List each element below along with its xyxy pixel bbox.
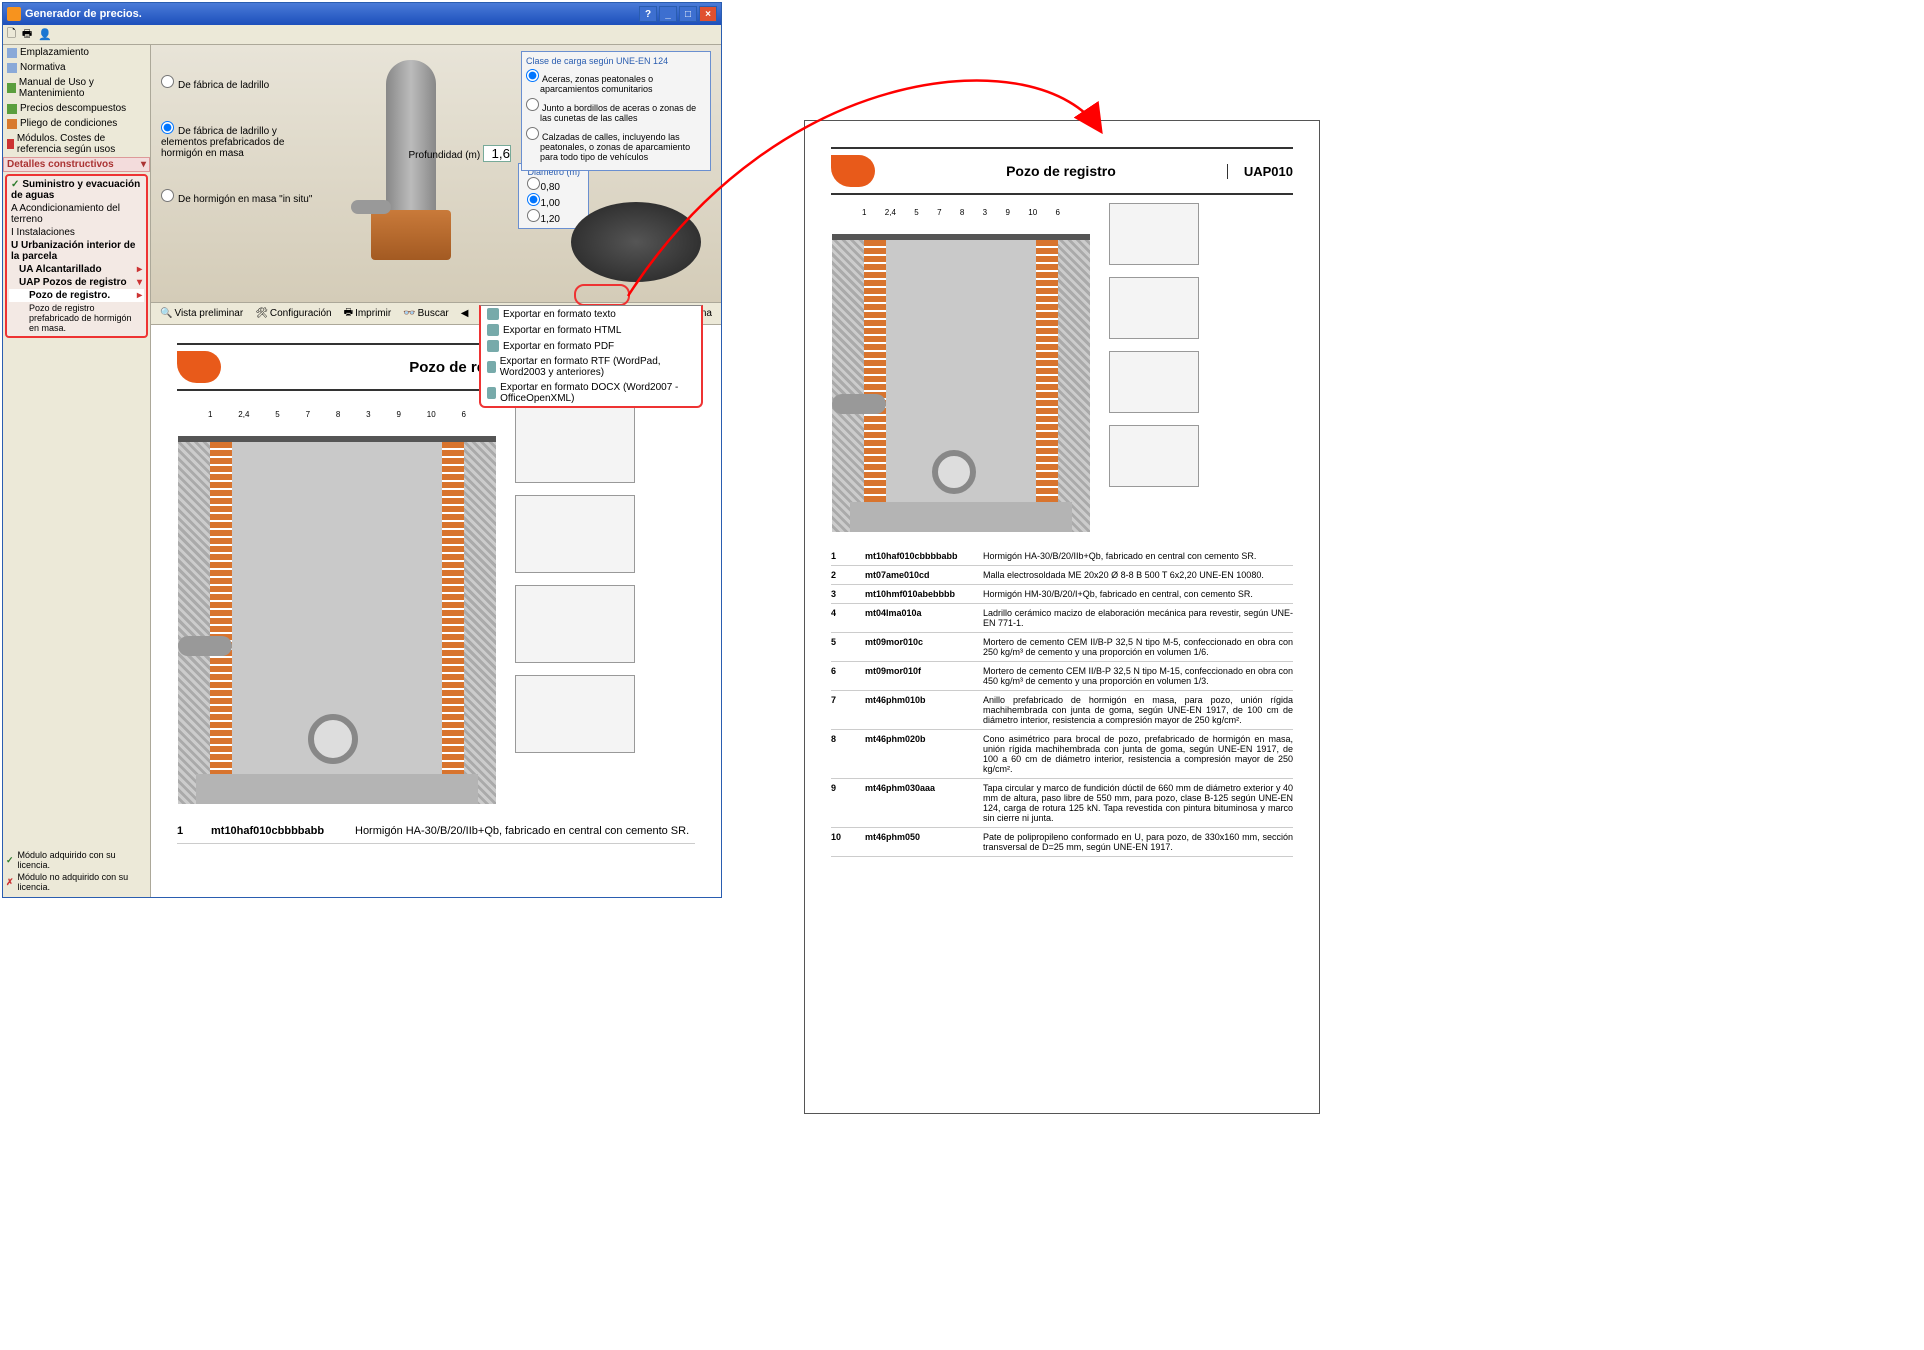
table-row: 9mt46phm030aaaTapa circular y marco de f… [831, 779, 1293, 828]
sidebar: Emplazamiento Normativa Manual de Uso y … [3, 45, 151, 897]
export-html[interactable]: Exportar en formato HTML [481, 322, 701, 338]
detail-2 [515, 495, 635, 573]
opt-mixto[interactable]: De fábrica de ladrillo y elementos prefa… [161, 121, 321, 159]
table-row: 3mt10hmf010abebbbbHormigón HM-30/B/20/I+… [831, 585, 1293, 604]
tree-root[interactable]: ✓Suministro y evacuación de aguas [9, 178, 144, 202]
table-row: 6mt09mor010fMortero de cemento CEM II/B-… [831, 662, 1293, 691]
opt-insitu[interactable]: De hormigón en masa "in situ" [161, 189, 321, 205]
close-button[interactable]: × [699, 6, 717, 22]
detail-4 [515, 675, 635, 753]
detail-4 [1109, 425, 1199, 487]
tree-sub-item[interactable]: Pozo de registro prefabricado de hormigó… [9, 302, 144, 334]
diam-080[interactable]: 0,80 [527, 177, 580, 193]
table-row: 2mt07ame010cdMalla electrosoldada ME 20x… [831, 566, 1293, 585]
diam-100[interactable]: 1,00 [527, 193, 580, 209]
table-row: 10mt46phm050Pate de polipropileno confor… [831, 828, 1293, 857]
well-3d-image [351, 55, 471, 275]
load-opt-2[interactable]: Junto a bordillos de aceras o zonas de l… [526, 98, 706, 123]
drawing-area-export: 12,457839106 [831, 203, 1293, 533]
logo-icon [831, 155, 875, 187]
section-drawing-export: 12,457839106 [831, 203, 1091, 533]
sidebar-item-manual[interactable]: Manual de Uso y Mantenimiento [3, 75, 150, 101]
logo-icon [177, 351, 221, 383]
help-button[interactable]: ? [639, 6, 657, 22]
app-icon [7, 7, 21, 21]
export-txt[interactable]: Exportar en formato texto [481, 306, 701, 322]
print-button[interactable]: 🖶 Imprimir [339, 303, 397, 324]
search-button[interactable]: 👓 Buscar [398, 306, 454, 321]
tree-selected[interactable]: Pozo de registro.▸ [9, 289, 144, 302]
material-options: De fábrica de ladrillo De fábrica de lad… [161, 75, 321, 235]
export-rtf[interactable]: Exportar en formato RTF (WordPad, Word20… [481, 354, 701, 380]
doc-header-export: Pozo de registro UAP010 [831, 147, 1293, 195]
preview-button[interactable]: 🔍 Vista preliminar [155, 306, 248, 321]
diam-120[interactable]: 1,20 [527, 209, 580, 225]
table-row: 8mt46phm020bCono asimétrico para brocal … [831, 730, 1293, 779]
detail-2 [1109, 277, 1199, 339]
tree-i[interactable]: I Instalaciones [9, 226, 144, 239]
sidebar-section-detalles[interactable]: Detalles constructivos ▾ [3, 157, 150, 172]
section-drawing: 12,457839106 [177, 405, 497, 805]
doc-code: UAP010 [1227, 164, 1293, 179]
maximize-button[interactable]: □ [679, 6, 697, 22]
table-row: 1mt10haf010cbbbbabbHormigón HA-30/B/20/I… [831, 547, 1293, 566]
main-area: De fábrica de ladrillo De fábrica de lad… [151, 45, 721, 897]
load-opt-3[interactable]: Calzadas de calles, incluyendo las peato… [526, 127, 706, 162]
manhole-cover-image [571, 202, 701, 282]
table-row: 1 mt10haf010cbbbbabb Hormigón HA-30/B/20… [177, 819, 695, 844]
materials-list-export: 1mt10haf010cbbbbabbHormigón HA-30/B/20/I… [831, 547, 1293, 857]
sidebar-item-normativa[interactable]: Normativa [3, 60, 150, 75]
titlebar: Generador de precios. ? _ □ × [3, 3, 721, 25]
sidebar-item-pliego[interactable]: Pliego de condiciones [3, 116, 150, 131]
tree-uap[interactable]: UAP Pozos de registro▾ [9, 276, 144, 289]
depth-input[interactable] [483, 145, 511, 162]
export-docx[interactable]: Exportar en formato DOCX (Word2007 - Off… [481, 380, 701, 406]
tree-a[interactable]: A Acondicionamiento del terreno [9, 202, 144, 226]
mini-toolbar: 🗋 🖶 👤 [3, 25, 721, 45]
exported-document: Pozo de registro UAP010 12,457839106 1mt… [804, 120, 1320, 1114]
config-pane: De fábrica de ladrillo De fábrica de lad… [151, 45, 721, 303]
highlight-export [574, 284, 630, 306]
table-row: 4mt04lma010aLadrillo cerámico macizo de … [831, 604, 1293, 633]
export-pdf[interactable]: Exportar en formato PDF [481, 338, 701, 354]
app-window: Generador de precios. ? _ □ × 🗋 🖶 👤 Empl… [2, 2, 722, 898]
tree-box: ✓Suministro y evacuación de aguas A Acon… [5, 174, 148, 338]
tree-ua[interactable]: UA Alcantarillado▸ [9, 263, 144, 276]
nav-prev[interactable]: ◀ [456, 306, 474, 321]
doc-title-export: Pozo de registro [895, 163, 1227, 179]
load-class-group: Clase de carga según UNE-EN 124 Aceras, … [521, 51, 711, 171]
detail-1 [1109, 203, 1199, 265]
table-row: 7mt46phm010bAnillo prefabricado de hormi… [831, 691, 1293, 730]
sidebar-item-precios[interactable]: Precios descompuestos [3, 101, 150, 116]
minimize-button[interactable]: _ [659, 6, 677, 22]
export-menu: Exportar en formato texto Exportar en fo… [479, 305, 703, 408]
detail-3 [1109, 351, 1199, 413]
detail-3 [515, 585, 635, 663]
cross-icon: ✗ [6, 877, 14, 888]
diameter-group: Diámetro (m) 0,80 1,00 1,20 [518, 163, 589, 229]
user-icon[interactable]: 👤 [38, 28, 52, 41]
config-button[interactable]: 🛠 Configuración [250, 306, 336, 321]
materials-list-app: 1 mt10haf010cbbbbabb Hormigón HA-30/B/20… [177, 819, 695, 844]
sidebar-footer: ✓Módulo adquirido con su licencia. ✗Módu… [3, 847, 150, 897]
check-icon: ✓ [6, 855, 14, 866]
sidebar-item-modulos[interactable]: Módulos. Costes de referencia según usos [3, 131, 150, 157]
sidebar-item-emplazamiento[interactable]: Emplazamiento [3, 45, 150, 60]
detail-column [515, 405, 635, 805]
depth-input-group: Profundidad (m) [409, 145, 511, 162]
table-row: 5mt09mor010cMortero de cemento CEM II/B-… [831, 633, 1293, 662]
tree-u[interactable]: U Urbanización interior de la parcela [9, 239, 144, 263]
drawing-area: 12,457839106 [177, 405, 695, 805]
load-opt-1[interactable]: Aceras, zonas peatonales o aparcamientos… [526, 69, 706, 94]
doc-view: Pozo de registro 12,457839106 [151, 325, 721, 897]
window-title: Generador de precios. [25, 8, 142, 20]
new-icon[interactable]: 🗋 [7, 25, 16, 44]
opt-ladrillo[interactable]: De fábrica de ladrillo [161, 75, 321, 91]
print-icon[interactable]: 🖶 [22, 25, 32, 44]
detail-1 [515, 405, 635, 483]
